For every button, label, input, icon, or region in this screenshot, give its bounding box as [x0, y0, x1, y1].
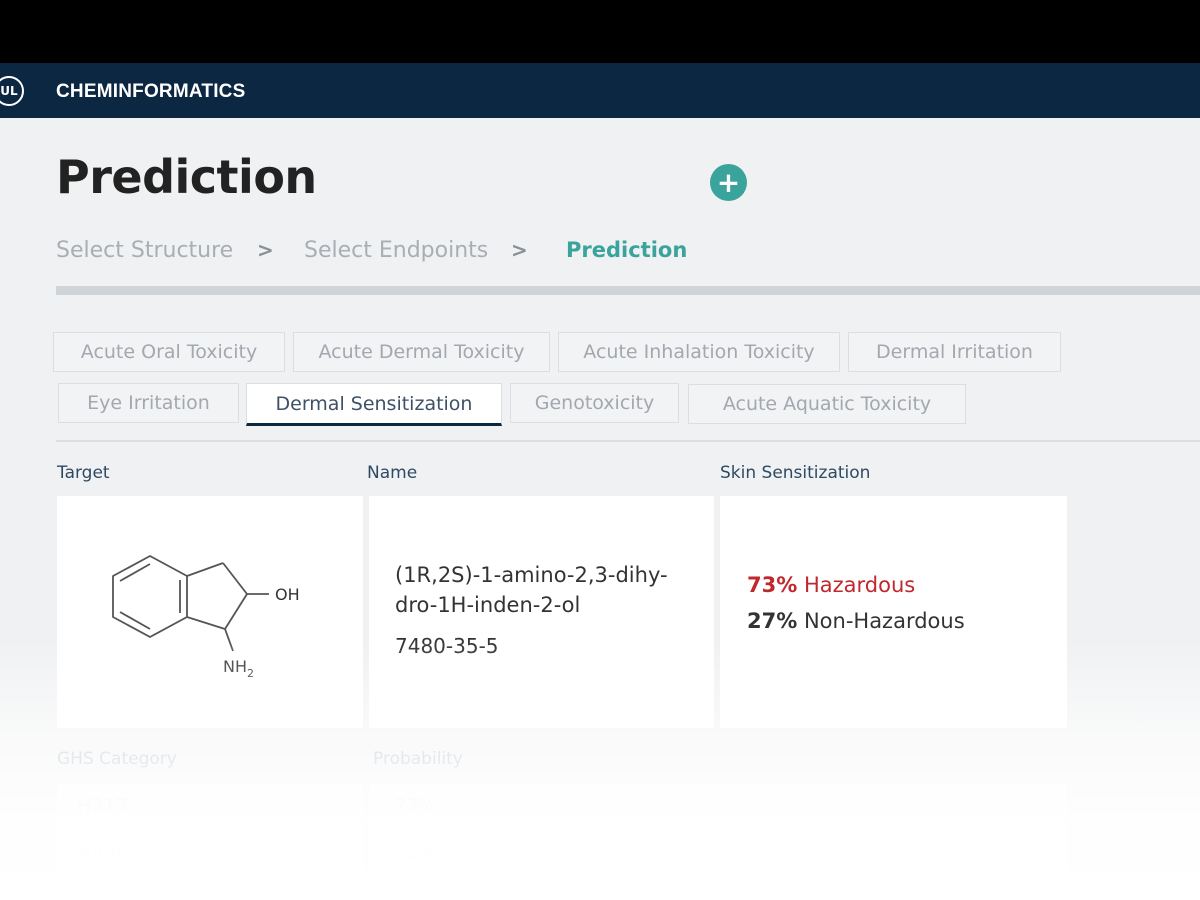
target-structure-card: OH NH2	[57, 496, 363, 728]
divider	[56, 440, 1200, 442]
breadcrumb-select-endpoints[interactable]: Select Endpoints	[304, 238, 488, 263]
probability-total-cell: 73%	[394, 841, 437, 863]
app-header: UL CHEMINFORMATICS	[0, 63, 1200, 118]
breadcrumb-prediction: Prediction	[566, 238, 688, 262]
hazardous-label: Hazardous	[803, 573, 916, 597]
ghs-category-cell: H317	[77, 795, 128, 817]
tab-acute-inhalation-toxicity[interactable]: Acute Inhalation Toxicity	[558, 332, 840, 372]
tab-dermal-irritation[interactable]: Dermal Irritation	[848, 332, 1061, 372]
probability-header: Probability	[373, 749, 463, 769]
cas-number: 7480-35-5	[395, 634, 499, 658]
ghs-category-header: GHS Category	[57, 749, 177, 769]
molecule-structure-icon: OH NH2	[112, 555, 300, 680]
app-name[interactable]: CHEMINFORMATICS	[56, 81, 245, 103]
column-label-skin-sensitization: Skin Sensitization	[720, 463, 871, 483]
tab-acute-aquatic-toxicity[interactable]: Acute Aquatic Toxicity	[688, 384, 966, 424]
non-hazardous-label: Non-Hazardous	[803, 609, 965, 633]
breadcrumb-select-structure[interactable]: Select Structure	[56, 238, 233, 263]
ghs-total-label: Total	[77, 841, 122, 863]
tab-eye-irritation[interactable]: Eye Irritation	[58, 383, 239, 423]
oh-label: OH	[275, 585, 300, 604]
progress-bar	[56, 286, 1200, 295]
ul-logo-icon: UL	[0, 76, 24, 106]
window-top-bar	[0, 0, 1200, 63]
column-label-name: Name	[367, 463, 418, 483]
tab-genotoxicity[interactable]: Genotoxicity	[510, 383, 679, 423]
tab-dermal-sensitization[interactable]: Dermal Sensitization	[246, 383, 502, 426]
probability-card	[369, 784, 1067, 880]
hazardous-percent: 73%	[747, 573, 798, 597]
nh2-label: NH	[223, 657, 247, 676]
compound-name: (1R,2S)-1-amino-2,3-dihy-dro-1H-inden-2-…	[395, 563, 668, 617]
add-button[interactable]: +	[710, 164, 747, 201]
breadcrumb-separator-icon: >	[257, 238, 274, 262]
tab-acute-oral-toxicity[interactable]: Acute Oral Toxicity	[53, 332, 285, 372]
page-title: Prediction	[56, 150, 317, 204]
nh2-subscript: 2	[247, 667, 254, 680]
breadcrumb-separator-icon: >	[511, 238, 528, 262]
svg-text:NH2: NH2	[223, 657, 254, 680]
probability-cell: 73%	[394, 795, 437, 817]
non-hazardous-prediction: 27% Non-Hazardous	[747, 609, 965, 633]
column-label-target: Target	[57, 463, 110, 483]
hazardous-prediction: 73% Hazardous	[747, 573, 915, 597]
non-hazardous-percent: 27%	[747, 609, 798, 633]
tab-acute-dermal-toxicity[interactable]: Acute Dermal Toxicity	[293, 332, 550, 372]
